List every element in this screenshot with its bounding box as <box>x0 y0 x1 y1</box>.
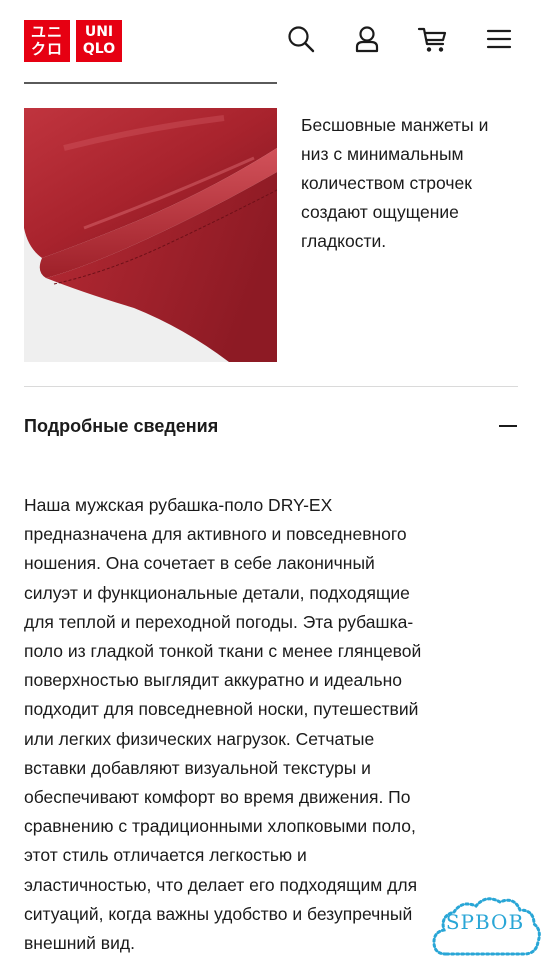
logo-katakana-bottom: クロ <box>30 40 63 58</box>
section-divider <box>24 386 518 387</box>
details-title: Подробные сведения <box>24 415 219 436</box>
search-icon <box>288 26 315 53</box>
account-icon <box>355 26 379 53</box>
logo-katakana-block: ユニ クロ <box>24 20 70 62</box>
uniqlo-logo[interactable]: ユニ クロ UNI QLO <box>24 20 122 62</box>
fabric-hem-image <box>24 108 277 362</box>
red-fabric-illustration <box>24 108 277 362</box>
logo-latin-top: UNI <box>84 24 114 40</box>
watermark: SPBOB <box>428 888 542 960</box>
cart-icon <box>417 27 447 52</box>
cart-button[interactable] <box>416 22 450 56</box>
details-accordion-header[interactable]: Подробные сведения <box>24 400 518 452</box>
minus-icon[interactable] <box>498 416 518 436</box>
active-tab-underline <box>24 82 277 84</box>
search-button[interactable] <box>284 22 318 56</box>
feature-description: Бесшовные манжеты и низ с минимальным ко… <box>301 115 489 251</box>
logo-latin-block: UNI QLO <box>76 20 122 62</box>
top-header: ユニ クロ UNI QLO <box>0 0 542 84</box>
account-button[interactable] <box>350 22 384 56</box>
header-actions <box>284 22 516 56</box>
menu-icon <box>486 29 512 49</box>
watermark-text: SPBOB <box>445 910 525 934</box>
logo-latin-bottom: QLO <box>82 41 116 57</box>
menu-button[interactable] <box>482 22 516 56</box>
logo-katakana-top: ユニ <box>30 23 63 41</box>
